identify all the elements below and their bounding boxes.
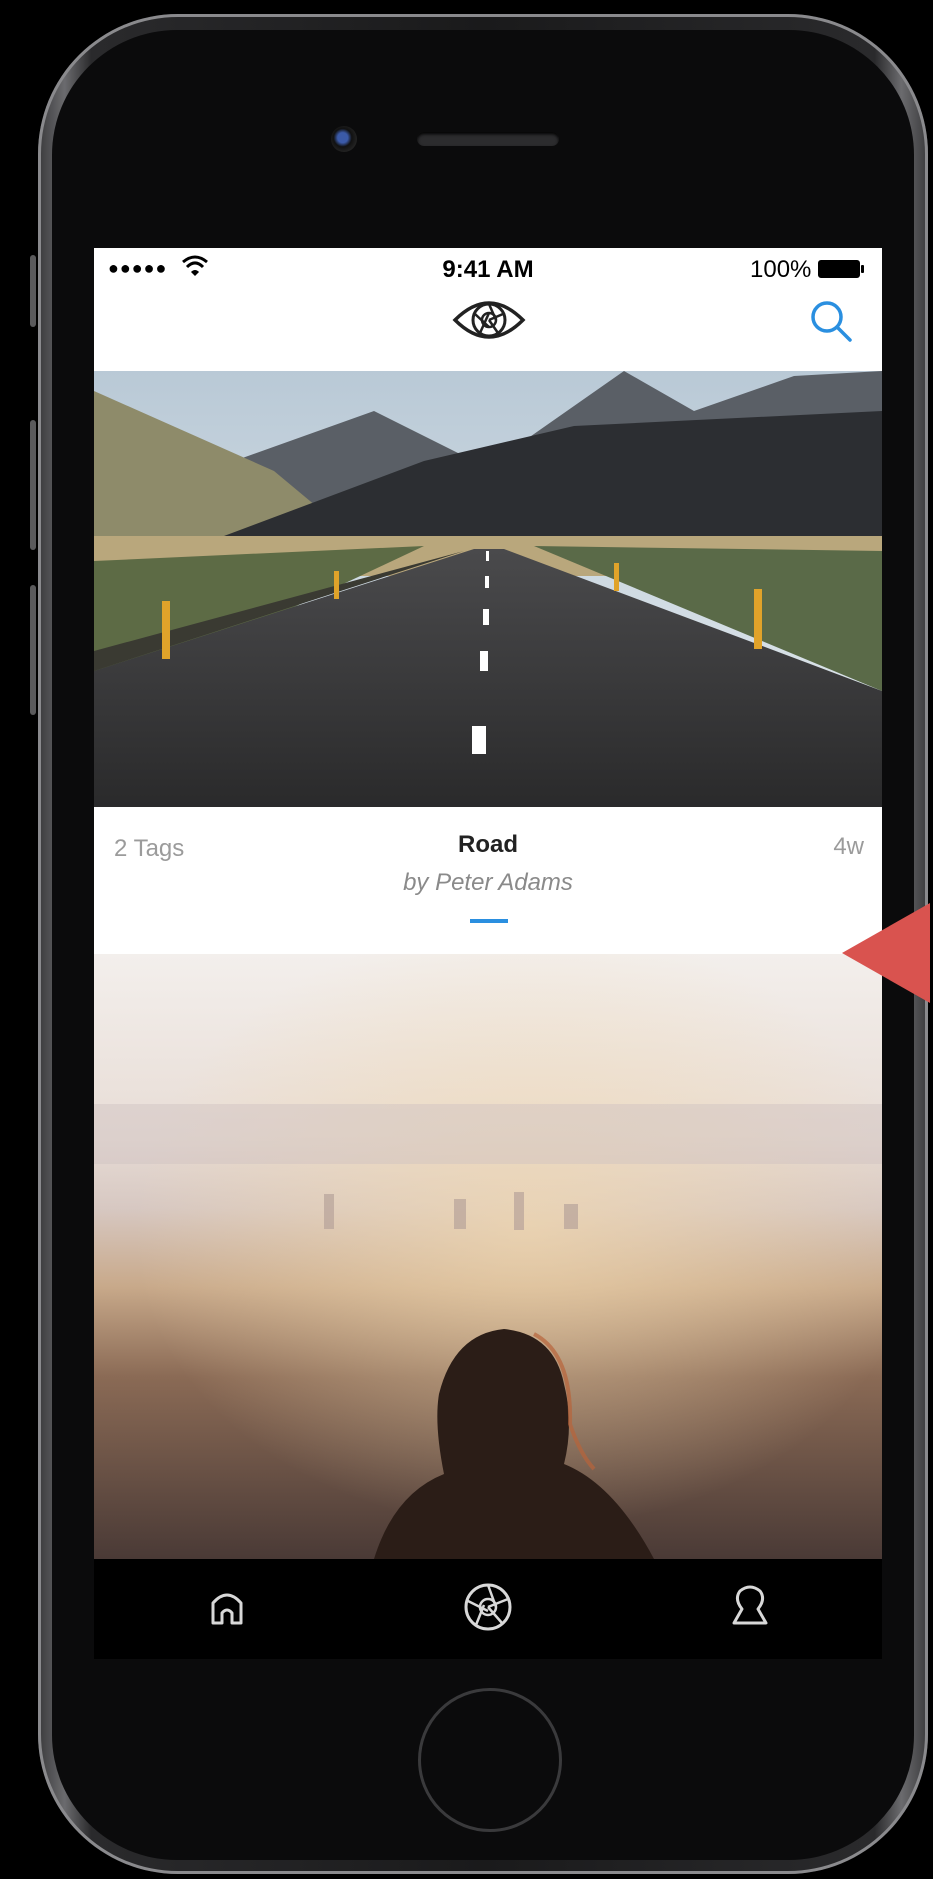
front-camera [331,126,357,152]
nav-bar [94,288,882,370]
tab-bar [94,1559,882,1659]
post-title: Road [458,831,518,858]
battery-percent: 100% [750,256,812,283]
home-icon[interactable] [199,1579,255,1635]
road-photo[interactable] [94,371,882,807]
post-author[interactable]: by Peter Adams [94,869,882,897]
profile-icon[interactable] [722,1579,778,1635]
volume-up-button [30,420,36,550]
post-indicator [470,919,508,923]
battery-icon [818,260,860,278]
search-icon[interactable] [808,298,854,344]
status-bar: ●●●●● 9:41 AM 100% [94,248,882,288]
mute-switch [30,255,36,327]
battery-tip [861,265,864,273]
app-screen: ●●●●● 9:41 AM 100% 2 Tags Road by Peter … [94,248,882,1559]
post-age: 4w [833,833,864,860]
pointer-arrow [842,903,930,1003]
home-button[interactable] [418,1688,562,1832]
aperture-icon[interactable] [460,1579,516,1635]
city-view-photo[interactable] [94,954,882,1559]
aperture-eye-icon[interactable] [452,292,526,348]
volume-down-button [30,585,36,715]
post-caption: 2 Tags Road by Peter Adams 4w [94,807,882,954]
earpiece-speaker [417,132,559,146]
